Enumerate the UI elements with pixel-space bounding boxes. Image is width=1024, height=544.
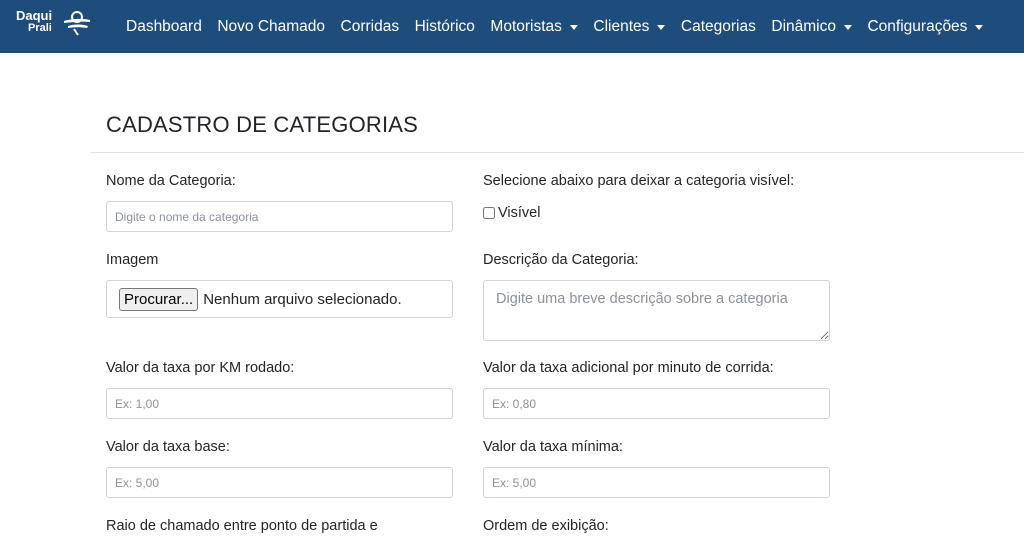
page-title: CADASTRO DE CATEGORIAS [106, 112, 419, 137]
km-rate-input[interactable] [106, 388, 453, 419]
image-file-input[interactable]: Procurar... Nenhum arquivo selecionado. [106, 280, 453, 318]
min-rate-label: Valor da taxa mínima: [483, 439, 623, 455]
nav-item-motoristas[interactable]: Motoristas [490, 18, 578, 36]
top-navbar: Daqui Prali Dashboard Novo Chamado Corrida… [0, 0, 1024, 53]
nav-item-label: Configurações [867, 17, 968, 35]
order-label: Ordem de exibição: [483, 518, 609, 534]
nav-item-label: Corridas [340, 17, 400, 35]
minute-rate-label: Valor da taxa adicional por minuto de co… [483, 360, 774, 376]
minute-rate-input[interactable] [483, 388, 830, 419]
nav-item-historico[interactable]: Histórico [415, 18, 475, 36]
description-label: Descrição da Categoria: [483, 252, 639, 268]
visible-label: Selecione abaixo para deixar a categoria… [483, 173, 795, 189]
description-textarea[interactable] [483, 280, 830, 341]
category-name-label: Nome da Categoria: [106, 173, 236, 189]
nav-item-categorias[interactable]: Categorias [681, 18, 756, 36]
title-divider [90, 152, 1024, 153]
nav-item-label: Motoristas [490, 17, 562, 35]
file-status-text: Nenhum arquivo selecionado. [203, 290, 402, 308]
dropdown-caret-icon [569, 24, 578, 30]
radius-label: Raio de chamado entre ponto de partida e [106, 518, 378, 534]
nav-item-corridas[interactable]: Corridas [341, 18, 400, 36]
base-rate-input[interactable] [106, 467, 453, 498]
base-rate-label: Valor da taxa base: [106, 439, 230, 455]
visible-checkbox-row[interactable]: Visível [483, 205, 540, 221]
dropdown-caret-icon [843, 24, 852, 30]
nav-item-label: Histórico [414, 17, 475, 35]
visible-checkbox[interactable] [483, 207, 495, 219]
min-rate-input[interactable] [483, 467, 830, 498]
brand-logo[interactable]: Daqui Prali [16, 8, 94, 40]
km-rate-label: Valor da taxa por KM rodado: [106, 360, 295, 376]
nav-item-clientes[interactable]: Clientes [593, 17, 666, 36]
nav-item-dashboard[interactable]: Dashboard [126, 18, 202, 36]
image-label: Imagem [106, 252, 159, 268]
category-name-input[interactable] [106, 201, 453, 232]
browse-file-button[interactable]: Procurar... [119, 287, 199, 311]
airplane-logo-icon [64, 11, 90, 36]
nav-item-configuracoes[interactable]: Configurações [867, 17, 984, 36]
nav-item-label: Novo Chamado [217, 17, 326, 35]
nav-item-label: Dashboard [126, 17, 202, 35]
nav-item-label: Dinâmico [771, 17, 836, 35]
brand-line-1: Daqui [16, 8, 53, 23]
brand-line-2: Prali [28, 22, 52, 34]
nav-item-novo-chamado[interactable]: Novo Chamado [217, 18, 325, 36]
dropdown-caret-icon [657, 24, 666, 30]
nav-item-dinamico[interactable]: Dinâmico [771, 18, 852, 36]
nav-item-label: Categorias [680, 17, 756, 35]
nav-item-label: Clientes [593, 17, 650, 35]
main-nav: Dashboard Novo Chamado Corridas Histórico Mo… [126, 0, 999, 53]
dropdown-caret-icon [975, 24, 984, 30]
visible-checkbox-label: Visível [498, 205, 541, 221]
